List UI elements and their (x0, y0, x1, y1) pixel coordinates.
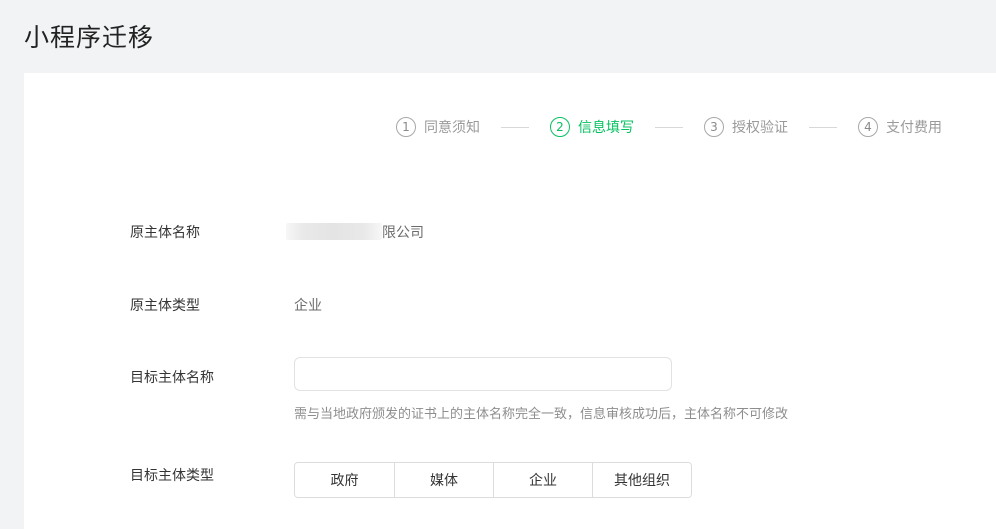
step-connector (655, 126, 683, 128)
step-2-label: 信息填写 (578, 120, 634, 136)
step-1-label: 同意须知 (424, 120, 480, 136)
original-name-label: 原主体名称 (130, 225, 200, 241)
step-4-label: 支付费用 (886, 120, 942, 136)
original-type-value: 企业 (294, 298, 322, 314)
original-name-value: 限公司 (286, 222, 424, 242)
step-connector (809, 126, 837, 128)
original-name-suffix: 限公司 (382, 225, 424, 241)
step-4: 4 支付费用 (858, 117, 942, 137)
step-1-number: 1 (396, 117, 416, 137)
target-name-hint: 需与当地政府颁发的证书上的主体名称完全一致，信息审核成功后，主体名称不可修改 (294, 407, 789, 422)
target-name-label: 目标主体名称 (130, 370, 214, 386)
step-3-label: 授权验证 (732, 120, 788, 136)
step-3-number: 3 (704, 117, 724, 137)
type-option-government[interactable]: 政府 (295, 463, 394, 497)
step-2-number: 2 (550, 117, 570, 137)
target-type-selector: 政府 媒体 企业 其他组织 (294, 462, 692, 498)
type-option-enterprise[interactable]: 企业 (493, 463, 592, 497)
step-connector (501, 126, 529, 128)
type-option-media[interactable]: 媒体 (394, 463, 493, 497)
step-1: 1 同意须知 (396, 117, 480, 137)
redacted-text (286, 223, 382, 240)
step-3: 3 授权验证 (704, 117, 788, 137)
step-indicator: 1 同意须知 2 信息填写 3 授权验证 4 支付费用 (396, 116, 942, 138)
type-option-other-org[interactable]: 其他组织 (592, 463, 691, 497)
target-name-input[interactable] (294, 357, 672, 391)
step-4-number: 4 (858, 117, 878, 137)
step-2: 2 信息填写 (550, 117, 634, 137)
target-type-label: 目标主体类型 (130, 468, 214, 484)
original-type-label: 原主体类型 (130, 298, 200, 314)
page-title: 小程序迁移 (24, 23, 155, 52)
